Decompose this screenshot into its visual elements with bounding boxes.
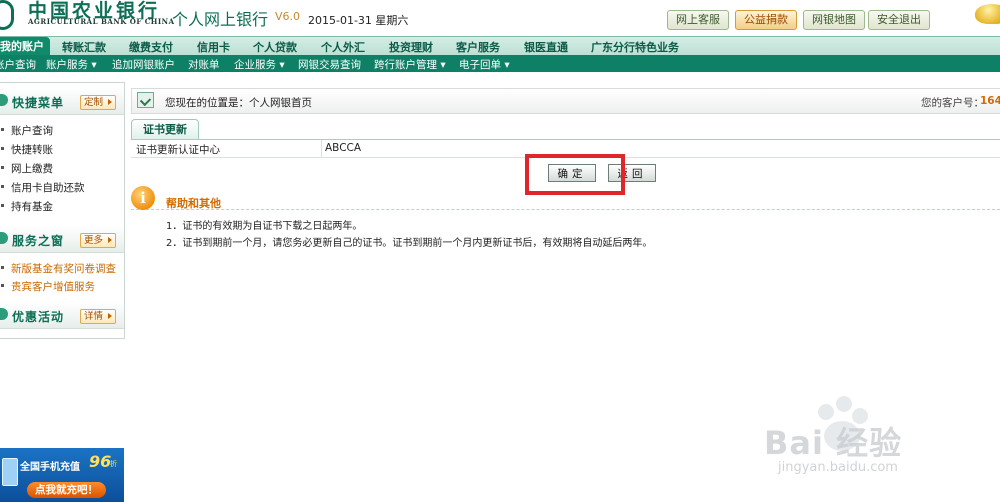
nav-loan[interactable]: 个人贷款 [253,39,297,55]
service-window-title: 服务之窗 [12,234,65,248]
app-version: V6.0 [275,10,301,23]
promo-header: 优惠活动 详情 [0,302,124,329]
subnav-account-service[interactable]: 账户服务 ▾ [46,57,97,72]
help-divider [131,191,1000,210]
bank-name-en: AGRICULTURAL BANK OF CHINA [28,17,175,26]
highlight-box [525,154,625,195]
left-sidebar: 快捷菜单 定制 账户查询 快捷转账 网上缴费 信用卡自助还款 持有基金 服务之窗… [0,82,125,339]
mobile-topup-ad[interactable]: 全国手机充值 96 折 点我就充吧！ [0,448,124,502]
quick-link-transfer[interactable]: 快捷转账 [0,142,53,157]
help-line-2: 2．证书到期前一个月，请您务必更新自己的证书。证书到期前一个月内更新证书后，有效… [166,238,653,249]
quick-link-account-query[interactable]: 账户查询 [0,123,53,138]
bank-logo-icon [0,0,14,30]
promo-title: 优惠活动 [12,310,65,324]
logout-button[interactable]: 安全退出 [868,10,930,30]
ad-unit: 折 [110,460,117,468]
subnav-cross-bank[interactable]: 跨行账户管理 ▾ [374,57,446,72]
service-link-survey[interactable]: 新版基金有奖问卷调查 [0,261,116,276]
nav-guangdong[interactable]: 广东分行特色业务 [591,39,679,55]
cell-divider [321,140,322,157]
charity-button[interactable]: 公益捐款 [735,10,797,30]
cert-center-value: ABCCA [325,142,362,154]
help-line-1: 1．证书的有效期为自证书下载之日起两年。 [166,221,363,232]
sub-nav: 账户查询 账户服务 ▾ 追加网银账户 对账单 企业服务 ▾ 网银交易查询 跨行账… [0,55,1000,72]
nav-transfer[interactable]: 转账汇款 [62,39,106,55]
cert-center-label: 证书更新认证中心 [136,144,220,156]
nav-forex[interactable]: 个人外汇 [321,39,365,55]
more-button[interactable]: 更多 [80,233,117,248]
online-service-button[interactable]: 网上客服 [667,10,729,30]
breadcrumb: 您现在的位置是：个人网银首页 您的客户号： 1644 [131,88,1000,114]
customer-number-label: 您的客户号： [921,97,984,109]
app-title: 个人网上银行 [172,10,269,29]
nav-investment[interactable]: 投资理财 [389,39,433,55]
quick-menu-title: 快捷菜单 [12,96,65,110]
current-date: 2015-01-31 星期六 [308,14,409,27]
subnav-account-query[interactable]: 账户查询 [0,57,36,72]
bullet-icon [0,94,8,106]
page-header: 中国农业银行 AGRICULTURAL BANK OF CHINA 个人网上银行… [0,0,1000,36]
quick-menu-header: 快捷菜单 定制 [0,88,124,115]
service-link-vip[interactable]: 贵宾客户增值服务 [0,279,95,294]
subnav-enterprise[interactable]: 企业服务 ▾ [234,57,285,72]
help-title: 帮助和其他 [166,197,221,210]
breadcrumb-text: 您现在的位置是：个人网银首页 [165,97,312,109]
quick-link-credit-repay[interactable]: 信用卡自助还款 [0,180,85,195]
info-icon: i [131,186,155,210]
quick-link-funds[interactable]: 持有基金 [0,199,53,214]
tab-cert-update[interactable]: 证书更新 [131,119,199,140]
subnav-add-account[interactable]: 追加网银账户 [112,57,175,72]
service-window-header: 服务之窗 更多 [0,226,124,253]
nav-customer-service[interactable]: 客户服务 [456,39,500,55]
nav-payment[interactable]: 缴费支付 [129,39,173,55]
customize-button[interactable]: 定制 [80,95,117,110]
watermark-url: jingyan.baidu.com [778,460,898,475]
phone-icon [2,458,18,486]
details-button[interactable]: 详情 [80,309,117,324]
subnav-transaction-query[interactable]: 网银交易查询 [298,57,361,72]
map-button[interactable]: 网银地图 [803,10,865,30]
gold-ingot-icon [975,4,1000,24]
subnav-e-receipt[interactable]: 电子回单 ▾ [459,57,510,72]
location-icon [137,92,154,108]
subnav-statement[interactable]: 对账单 [188,57,220,72]
nav-credit-card[interactable]: 信用卡 [197,39,230,55]
quick-link-payment[interactable]: 网上缴费 [0,161,53,176]
main-nav: 我的账户 转账汇款 缴费支付 信用卡 个人贷款 个人外汇 投资理财 客户服务 银… [0,36,1000,56]
watermark-text: Bai 经验 [764,424,903,462]
customer-number: 1644 [980,95,1000,107]
ad-cta-button[interactable]: 点我就充吧！ [27,482,106,498]
nav-my-account[interactable]: 我的账户 [0,37,50,56]
ad-title: 全国手机充值 [20,462,80,473]
nav-medical[interactable]: 银医直通 [524,39,568,55]
ad-discount: 96 [89,452,112,471]
bullet-icon [0,232,8,244]
bullet-icon [0,308,8,320]
